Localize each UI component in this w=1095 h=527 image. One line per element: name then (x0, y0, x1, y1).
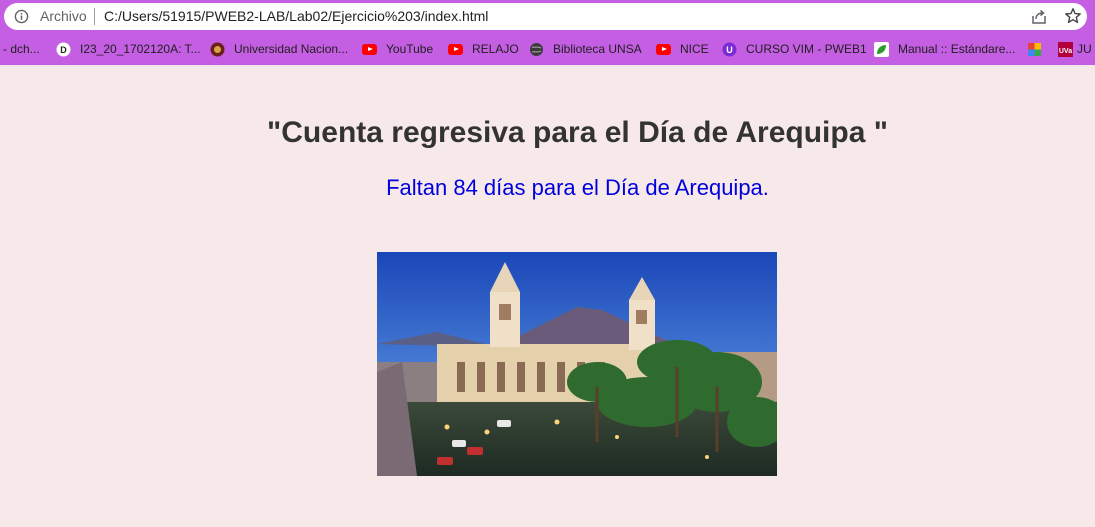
bookmarks-bar: - dch... D I23_20_1702120A: T... Univers… (0, 34, 1095, 65)
globe-icon (529, 42, 544, 57)
arequipa-cathedral-image (377, 252, 777, 476)
uva-icon: UVa (1058, 41, 1073, 57)
share-icon[interactable] (1030, 8, 1048, 26)
countdown-text: Faltan 84 días para el Día de Arequipa. (386, 175, 769, 200)
moodle-icon: D (56, 42, 71, 57)
purple-u-icon: U (722, 42, 737, 57)
leaf-icon (874, 41, 889, 57)
university-icon (210, 42, 225, 57)
address-bar-area: Archivo C:/Users/51915/PWEB2-LAB/Lab02/E… (0, 0, 1095, 34)
bookmark-item[interactable]: - dch... (3, 39, 40, 59)
svg-text:U: U (726, 45, 733, 55)
youtube-icon (362, 42, 377, 57)
bookmark-label: JU (1077, 42, 1092, 56)
bookmark-item[interactable]: Manual :: Estándare... (874, 39, 1015, 59)
bookmark-item[interactable]: U CURSO VIM - PWEB1 (722, 39, 867, 59)
youtube-icon (448, 42, 463, 57)
bookmark-label: NICE (680, 42, 709, 56)
bookmark-item[interactable] (1027, 39, 1051, 59)
bookmark-star-icon[interactable] (1064, 7, 1082, 25)
bookmark-item[interactable]: UVa JU (1058, 39, 1092, 59)
bookmark-label: Biblioteca UNSA (553, 42, 642, 56)
page-title: "Cuenta regresiva para el Día de Arequip… (267, 116, 888, 149)
bookmark-item[interactable]: D I23_20_1702120A: T... (56, 39, 201, 59)
bookmark-label: I23_20_1702120A: T... (80, 42, 201, 56)
info-icon[interactable] (14, 9, 29, 24)
bookmark-label: Universidad Nacion... (234, 42, 349, 56)
divider (94, 8, 95, 25)
youtube-icon (656, 42, 671, 57)
colorful-icon (1027, 42, 1042, 57)
bookmark-label: CURSO VIM - PWEB1 (746, 42, 867, 56)
security-label[interactable]: Archivo (40, 8, 87, 24)
bookmark-item[interactable]: NICE (656, 39, 709, 59)
bookmark-item[interactable]: YouTube (362, 39, 433, 59)
bookmark-label: RELAJO (472, 42, 519, 56)
bookmark-item[interactable]: Universidad Nacion... (210, 39, 348, 59)
bookmark-item[interactable]: Biblioteca UNSA (529, 39, 642, 59)
svg-text:UVa: UVa (1059, 48, 1072, 55)
url-text[interactable]: C:/Users/51915/PWEB2-LAB/Lab02/Ejercicio… (104, 8, 488, 24)
bookmark-label: Manual :: Estándare... (898, 42, 1016, 56)
bookmark-label: YouTube (386, 42, 434, 56)
omnibox[interactable]: Archivo C:/Users/51915/PWEB2-LAB/Lab02/E… (4, 3, 1087, 30)
svg-text:D: D (60, 45, 67, 55)
bookmark-item[interactable]: RELAJO (448, 39, 519, 59)
bookmark-label: - dch... (3, 42, 40, 56)
